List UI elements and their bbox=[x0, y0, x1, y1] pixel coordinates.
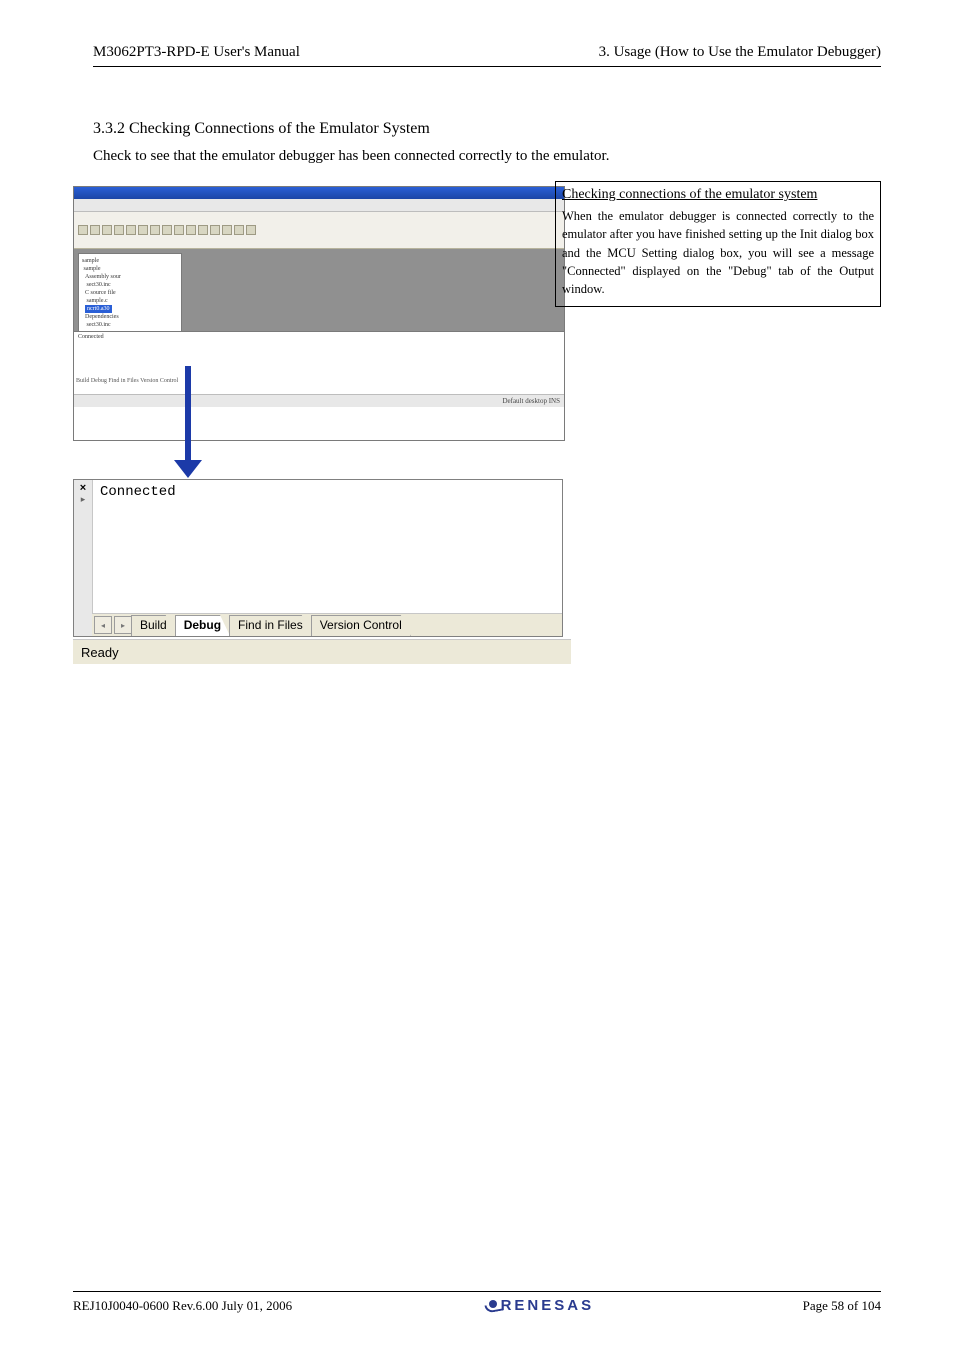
toolbar-icon bbox=[210, 225, 220, 235]
tab-nav-prev[interactable]: ◂ bbox=[94, 616, 112, 634]
ide-window: sample sample Assembly sour sect30.inc C… bbox=[73, 186, 565, 441]
toolbar-icon bbox=[186, 225, 196, 235]
footer-right: Page 58 of 104 bbox=[803, 1298, 881, 1314]
section-body: Check to see that the emulator debugger … bbox=[93, 148, 609, 165]
ide-menubar bbox=[74, 199, 564, 212]
brand-logo: RENESAS bbox=[501, 1297, 595, 1314]
brand-text: RENESAS bbox=[501, 1297, 595, 1314]
section-title: 3.3.2 Checking Connections of the Emulat… bbox=[93, 120, 430, 138]
toolbar-icon bbox=[150, 225, 160, 235]
status-right: Default desktop INS bbox=[502, 397, 560, 405]
header-left: M3062PT3-RPD-E User's Manual bbox=[93, 44, 300, 61]
header-rule bbox=[93, 66, 881, 67]
callout-text: When the emulator debugger is connected … bbox=[562, 207, 874, 298]
toolbar-icon bbox=[114, 225, 124, 235]
tab-nav-next[interactable]: ▸ bbox=[114, 616, 132, 634]
output-message: Connected bbox=[100, 484, 176, 500]
brand-dot-icon bbox=[489, 1300, 497, 1308]
tab-find-in-files[interactable]: Find in Files bbox=[229, 615, 312, 636]
toolbar-icon bbox=[198, 225, 208, 235]
ide-titlebar bbox=[74, 187, 564, 199]
arrow-stem bbox=[185, 366, 191, 461]
figure-emulator-screenshot: sample sample Assembly sour sect30.inc C… bbox=[73, 186, 563, 636]
toolbar-icon bbox=[126, 225, 136, 235]
ide-statusbar: Default desktop INS bbox=[74, 394, 564, 407]
arrow-down-icon bbox=[174, 460, 202, 478]
status-ready: Ready bbox=[73, 639, 571, 664]
toolbar-icon bbox=[78, 225, 88, 235]
tab-build[interactable]: Build bbox=[131, 615, 176, 636]
toolbar-icon bbox=[234, 225, 244, 235]
callout-box: Checking connections of the emulator sys… bbox=[555, 181, 881, 307]
ide-output-text: Connected bbox=[78, 334, 104, 340]
output-tabs-row: ◂ ▸ Build Debug Find in Files Version Co… bbox=[92, 613, 562, 636]
ide-output-tabs: Build Debug Find in Files Version Contro… bbox=[76, 378, 178, 384]
header-right: 3. Usage (How to Use the Emulator Debugg… bbox=[599, 44, 881, 61]
close-icon[interactable]: × bbox=[80, 483, 86, 494]
toolbar-icon bbox=[174, 225, 184, 235]
ide-client-area: sample sample Assembly sour sect30.inc C… bbox=[74, 249, 564, 394]
toolbar-icon bbox=[102, 225, 112, 235]
callout-title: Checking connections of the emulator sys… bbox=[562, 185, 874, 205]
ide-toolbar bbox=[74, 212, 564, 249]
toolbar-icon bbox=[162, 225, 172, 235]
tab-version-control[interactable]: Version Control bbox=[311, 615, 411, 636]
output-window: × ▸ Connected ◂ ▸ Build Debug Find in Fi… bbox=[73, 479, 563, 637]
output-window-grip: × ▸ bbox=[74, 480, 93, 636]
tab-debug[interactable]: Debug bbox=[175, 615, 230, 636]
pin-icon[interactable]: ▸ bbox=[81, 496, 86, 502]
toolbar-icon bbox=[90, 225, 100, 235]
tree-selected-item: ncrt0.a30 bbox=[85, 305, 112, 313]
toolbar-icon bbox=[138, 225, 148, 235]
footer-left: REJ10J0040-0600 Rev.6.00 July 01, 2006 bbox=[73, 1298, 292, 1314]
footer-rule bbox=[73, 1291, 881, 1292]
ide-output-pane: Connected Build Debug Find in Files Vers… bbox=[74, 331, 564, 394]
toolbar-icon bbox=[246, 225, 256, 235]
toolbar-icon bbox=[222, 225, 232, 235]
